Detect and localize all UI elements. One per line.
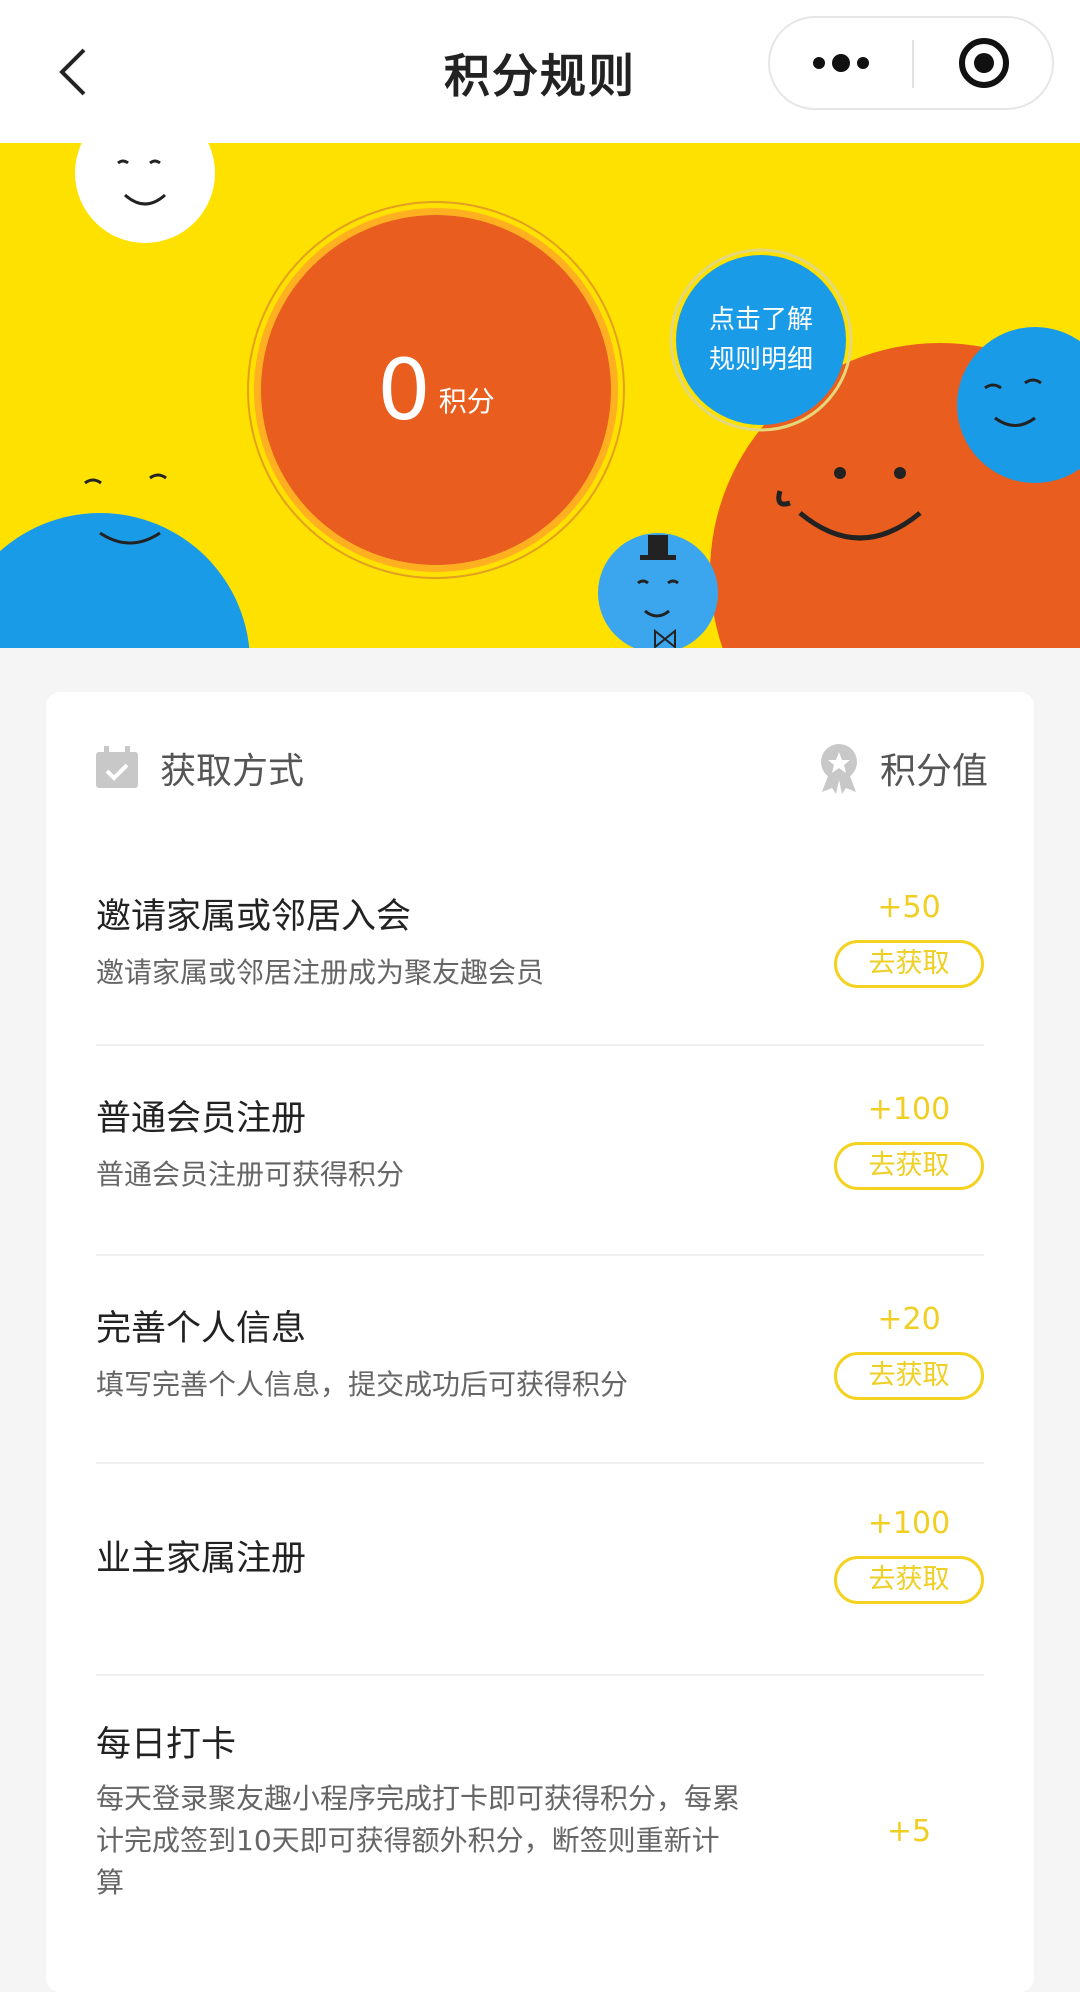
points-rules-card: 获取方式 积分值 邀请家属或邻居入会 邀请家属或邻居注册成为聚友趣会员 +50 … bbox=[46, 692, 1034, 1992]
more-dots-icon bbox=[813, 54, 869, 72]
rules-line-2: 规则明细 bbox=[708, 345, 813, 375]
value-header-label: 积分值 bbox=[879, 751, 988, 792]
method-header-label: 获取方式 bbox=[160, 751, 305, 792]
points-display: 0 积分 bbox=[261, 215, 611, 565]
item-title: 邀请家属或邻居入会 bbox=[96, 897, 412, 937]
rules-detail-button[interactable]: 点击了解 规则明细 bbox=[676, 255, 846, 425]
item-desc: 填写完善个人信息，提交成功后可获得积分 bbox=[96, 1368, 629, 1401]
award-medal-icon bbox=[820, 744, 857, 794]
item-title: 普通会员注册 bbox=[96, 1099, 307, 1139]
target-close-icon bbox=[959, 38, 1009, 88]
item-points: +100 bbox=[867, 1092, 951, 1127]
get-points-button[interactable]: 去获取 bbox=[834, 1352, 984, 1400]
item-points: +50 bbox=[877, 890, 941, 925]
close-mini-program-button[interactable] bbox=[914, 18, 1054, 108]
get-points-button[interactable]: 去获取 bbox=[834, 940, 984, 988]
item-points: +5 bbox=[886, 1814, 932, 1849]
card-header: 获取方式 积分值 bbox=[46, 692, 1034, 842]
list-item: 每日打卡 每天登录聚友趣小程序完成打卡即可获得积分，每累计完成签到10天即可获得… bbox=[96, 1674, 984, 1974]
item-title: 业主家属注册 bbox=[96, 1539, 307, 1579]
blue-smiley-hat-icon bbox=[598, 533, 718, 648]
get-points-button[interactable]: 去获取 bbox=[834, 1142, 984, 1190]
get-points-button[interactable]: 去获取 bbox=[834, 1556, 984, 1604]
list-item: 邀请家属或邻居入会 邀请家属或邻居注册成为聚友趣会员 +50 去获取 bbox=[96, 842, 984, 1046]
points-value: 0 bbox=[377, 341, 431, 439]
item-desc: 邀请家属或邻居注册成为聚友趣会员 bbox=[96, 956, 545, 989]
item-title: 每日打卡 bbox=[96, 1725, 237, 1765]
item-points: +20 bbox=[877, 1302, 941, 1337]
rules-line-1: 点击了解 bbox=[708, 305, 813, 335]
mini-program-capsule bbox=[768, 16, 1054, 110]
white-smiley-icon bbox=[75, 143, 215, 243]
nav-bar: 积分规则 bbox=[0, 0, 1080, 143]
list-item: 普通会员注册 普通会员注册可获得积分 +100 去获取 bbox=[96, 1044, 984, 1256]
value-header: 积分值 bbox=[818, 742, 988, 794]
more-button[interactable] bbox=[770, 18, 912, 108]
item-desc: 普通会员注册可获得积分 bbox=[96, 1158, 405, 1191]
method-header: 获取方式 bbox=[94, 742, 304, 794]
item-points: +100 bbox=[867, 1506, 951, 1541]
item-title: 完善个人信息 bbox=[96, 1309, 307, 1349]
list-item: 完善个人信息 填写完善个人信息，提交成功后可获得积分 +20 去获取 bbox=[96, 1254, 984, 1464]
calendar-check-icon bbox=[96, 746, 138, 788]
list-item: 业主家属注册 +100 去获取 bbox=[96, 1462, 984, 1676]
blue-smiley-left-icon bbox=[0, 473, 250, 648]
points-banner: 0 积分 点击了解 规则明细 bbox=[0, 143, 1080, 648]
points-unit: 积分 bbox=[438, 385, 495, 418]
item-desc: 每天登录聚友趣小程序完成打卡即可获得积分，每累计完成签到10天即可获得额外积分，… bbox=[96, 1782, 741, 1899]
